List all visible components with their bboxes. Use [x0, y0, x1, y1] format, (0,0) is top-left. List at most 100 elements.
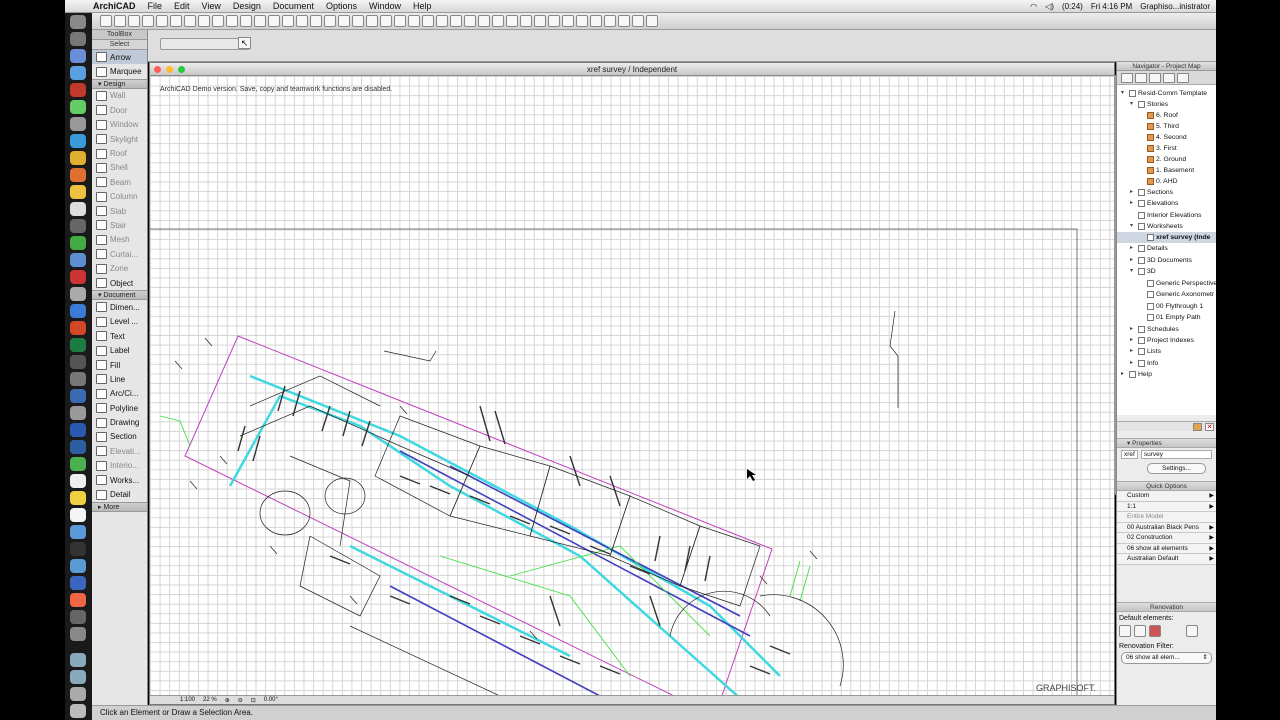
open-file-icon[interactable] [114, 15, 126, 27]
quick-option-row[interactable]: 06 show all elements ▶ [1117, 543, 1216, 554]
tree-item[interactable]: 0. AHD [1139, 176, 1178, 187]
view-map-tab-icon[interactable] [1135, 73, 1147, 83]
design-tool-column[interactable]: Column [92, 190, 147, 204]
zoom-in-icon[interactable]: ⊕ [225, 697, 230, 704]
app-icon[interactable] [70, 253, 86, 267]
adjust-icon[interactable] [436, 15, 448, 27]
design-tool-shell[interactable]: Shell [92, 161, 147, 175]
find-select-icon[interactable] [226, 15, 238, 27]
quick-option-row[interactable]: 02 Construction ▶ [1117, 533, 1216, 544]
app-icon[interactable] [70, 610, 86, 624]
selection-method-control[interactable] [160, 38, 250, 50]
arrow-pointer-icon[interactable]: ↖ [238, 37, 251, 49]
drawing-canvas[interactable]: ArchiCAD Demo version. Save, copy and te… [150, 76, 1114, 696]
design-tool-object[interactable]: Object [92, 276, 147, 290]
demolished-icon[interactable] [1134, 625, 1146, 637]
inject-icon[interactable] [254, 15, 266, 27]
skype-icon[interactable] [70, 134, 86, 148]
document-section[interactable]: ▾ Document [92, 290, 147, 301]
wifi-icon[interactable]: ◠ [1030, 2, 1037, 11]
more-section[interactable]: ▸ More [92, 501, 147, 512]
disclosure-closed-icon[interactable]: ▸ [1130, 243, 1136, 254]
design-tool-zone[interactable]: Zone [92, 261, 147, 275]
tree-item[interactable]: ▸ Info [1130, 358, 1158, 369]
document-tool-fill[interactable]: Fill [92, 358, 147, 372]
layer-icon[interactable] [268, 15, 280, 27]
app-icon[interactable] [70, 576, 86, 590]
trim-icon[interactable] [408, 15, 420, 27]
disclosure-open-icon[interactable]: ▾ [1130, 266, 1136, 277]
intersect-icon[interactable] [450, 15, 462, 27]
document-tool-level[interactable]: Level ... [92, 315, 147, 329]
excel-icon[interactable] [70, 338, 86, 352]
lock-icon[interactable] [324, 15, 336, 27]
walk-icon[interactable] [646, 15, 658, 27]
document-tool-works[interactable]: Works... [92, 473, 147, 487]
undo-icon[interactable] [198, 15, 210, 27]
ie-icon[interactable] [70, 423, 86, 437]
menu-edit[interactable]: Edit [168, 1, 196, 11]
design-tool-beam[interactable]: Beam [92, 175, 147, 189]
tree-item[interactable]: Interior Elevations [1130, 210, 1201, 221]
align-icon[interactable] [352, 15, 364, 27]
app-icon[interactable] [70, 457, 86, 471]
volume-icon[interactable]: ◁) [1045, 2, 1054, 11]
document-tool-dimen[interactable]: Dimen... [92, 300, 147, 314]
disclosure-closed-icon[interactable]: ▸ [1121, 369, 1127, 380]
menu-design[interactable]: Design [227, 1, 267, 11]
tree-item[interactable]: 6. Roof [1139, 110, 1178, 121]
tree-item[interactable]: Generic Axonometr [1139, 289, 1214, 300]
app-icon[interactable] [70, 559, 86, 573]
design-tool-door[interactable]: Door [92, 103, 147, 117]
app-icon[interactable] [70, 491, 86, 505]
menu-options[interactable]: Options [320, 1, 363, 11]
disclosure-closed-icon[interactable]: ▸ [1130, 335, 1136, 346]
resize-icon[interactable] [492, 15, 504, 27]
orbit-icon[interactable] [632, 15, 644, 27]
design-tool-wall[interactable]: Wall [92, 89, 147, 103]
settings-button[interactable]: Settings... [1147, 463, 1206, 474]
tree-item[interactable]: ▸ Details [1130, 243, 1168, 254]
disclosure-open-icon[interactable]: ▾ [1130, 99, 1136, 110]
document-tool-interio[interactable]: Interio... [92, 459, 147, 473]
3d-view-icon[interactable] [604, 15, 616, 27]
word-icon[interactable] [70, 304, 86, 318]
minimize-window-icon[interactable] [166, 66, 173, 73]
design-tool-skylight[interactable]: Skylight [92, 132, 147, 146]
tree-item[interactable]: 5. Third [1139, 121, 1179, 132]
window-title-bar[interactable]: xref survey / Independent [150, 63, 1114, 76]
suspend-groups-icon[interactable] [310, 15, 322, 27]
user-menu[interactable]: Graphiso...inistrator [1140, 2, 1210, 11]
cut-icon[interactable] [156, 15, 168, 27]
zoom-value[interactable]: 22 % [203, 697, 217, 703]
layout-book-tab-icon[interactable] [1149, 73, 1161, 83]
tree-item[interactable]: 3. First [1139, 143, 1177, 154]
tree-item[interactable]: ▸ Lists [1130, 346, 1161, 357]
app-icon[interactable] [70, 474, 86, 488]
rotate-icon[interactable] [506, 15, 518, 27]
app-icon[interactable] [70, 525, 86, 539]
multiply-icon[interactable] [562, 15, 574, 27]
orientation-angle[interactable]: 0.00° [264, 697, 278, 703]
menu-file[interactable]: File [142, 1, 169, 11]
itunes-icon[interactable] [70, 83, 86, 97]
folder-icon[interactable] [70, 687, 86, 701]
app-icon[interactable] [70, 542, 86, 556]
close-window-icon[interactable] [154, 66, 161, 73]
project-map-tab-icon[interactable] [1121, 73, 1133, 83]
drag-icon[interactable] [548, 15, 560, 27]
tree-item[interactable]: ▸ 3D Documents [1130, 255, 1192, 266]
go-icon[interactable] [618, 15, 630, 27]
document-tool-elevati[interactable]: Elevati... [92, 444, 147, 458]
explode-icon[interactable] [478, 15, 490, 27]
tree-item[interactable]: ▾ Worksheets [1130, 221, 1183, 232]
tree-item[interactable]: ▾ 3D [1130, 266, 1156, 277]
quick-option-row[interactable]: 00 Australian Black Pens ▶ [1117, 522, 1216, 533]
document-tool-polyline[interactable]: Polyline [92, 401, 147, 415]
ungroup-icon[interactable] [296, 15, 308, 27]
design-tool-stair[interactable]: Stair [92, 218, 147, 232]
app-icon[interactable] [70, 202, 86, 216]
offset-icon[interactable] [576, 15, 588, 27]
tree-item[interactable]: ▾ Stories [1130, 99, 1168, 110]
bring-forward-icon[interactable] [380, 15, 392, 27]
